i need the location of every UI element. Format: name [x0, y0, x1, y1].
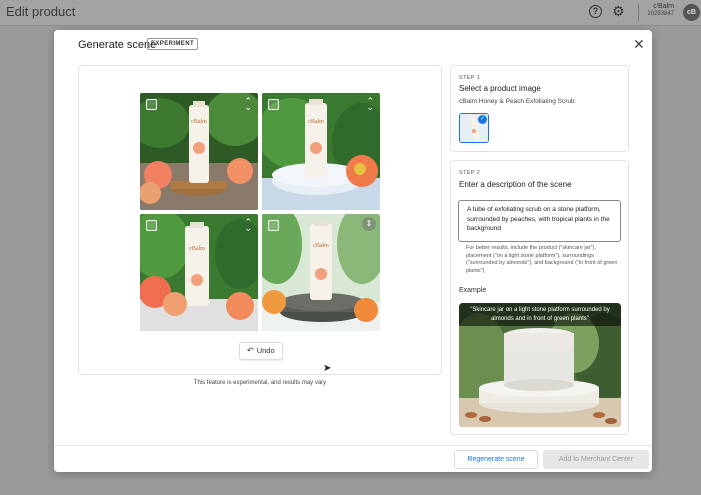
dialog-title: Generate scene: [78, 39, 157, 51]
app-bar: Edit product ? ⚙ c'Balm 10293847 cB: [0, 0, 701, 26]
scene-tile[interactable]: cBalm ⇕: [262, 214, 380, 331]
experiment-badge: EXPERIMENT: [147, 38, 199, 50]
undo-icon: ↶: [247, 346, 254, 355]
undo-label: Undo: [256, 346, 275, 355]
step2-label: STEP 2: [459, 170, 481, 176]
account-id: 10293847: [647, 11, 674, 17]
svg-text:cBalm: cBalm: [313, 243, 329, 249]
product-name: cBalm Honey & Peach Exfoliating Scrub: [459, 98, 575, 105]
tile-checkbox[interactable]: [146, 220, 157, 231]
close-icon[interactable]: ✕: [633, 36, 645, 53]
step2-title: Enter a description of the scene: [459, 180, 572, 189]
tile-checkbox[interactable]: [146, 99, 157, 110]
generate-scene-dialog: Generate scene EXPERIMENT ✕ cBalm ⌃ ⌄ cB…: [54, 30, 652, 472]
svg-text:cBalm: cBalm: [308, 119, 324, 125]
page-title: Edit product: [6, 4, 76, 19]
mouse-pointer-icon: ➤: [323, 363, 332, 374]
svg-text:cBalm: cBalm: [189, 246, 205, 252]
description-hint: For better results, include the product …: [466, 245, 618, 274]
example-label: Example: [459, 287, 487, 294]
scene-description-input[interactable]: A tube of exfoliating scrub on a stone p…: [458, 200, 621, 242]
step1-card: STEP 1 Select a product image cBalm Hone…: [450, 65, 629, 152]
scene-grid: cBalm ⌃ ⌄ cBalm ⌃ ⌄ cBalm ⌃ ⌄ cBalm ⇕: [140, 93, 380, 331]
regenerate-scene-button[interactable]: Regenerate scene: [454, 450, 538, 469]
step1-label: STEP 1: [459, 75, 481, 81]
divider: [638, 4, 639, 21]
example-caption: "Skincare jar on a light stone platform …: [459, 303, 621, 326]
experimental-disclaimer: This feature is experimental, and result…: [193, 380, 327, 386]
selected-check-icon: ✓: [478, 115, 487, 124]
account-name: c'Balm: [653, 3, 674, 10]
svg-text:cBalm: cBalm: [191, 119, 207, 125]
step1-title: Select a product image: [459, 84, 541, 93]
expand-icon[interactable]: ⇕: [362, 217, 376, 231]
scene-tile[interactable]: cBalm ⌃ ⌄: [262, 93, 380, 210]
step2-card: STEP 2 Enter a description of the scene …: [450, 160, 629, 435]
expand-icon[interactable]: ⌃ ⌄: [244, 218, 252, 233]
avatar[interactable]: cB: [683, 4, 700, 21]
expand-icon[interactable]: ⌃ ⌄: [244, 97, 252, 112]
scene-tile[interactable]: cBalm ⌃ ⌄: [140, 214, 258, 331]
tile-checkbox[interactable]: [268, 220, 279, 231]
gear-icon[interactable]: ⚙: [612, 4, 625, 19]
account-info[interactable]: c'Balm 10293847: [646, 3, 674, 17]
scene-tile[interactable]: cBalm ⌃ ⌄: [140, 93, 258, 210]
product-thumbnail[interactable]: ✓: [459, 113, 489, 143]
expand-icon[interactable]: ⌃ ⌄: [366, 97, 374, 112]
add-to-merchant-center-button[interactable]: Add to Merchant Center: [543, 450, 649, 469]
help-icon[interactable]: ?: [589, 5, 602, 18]
undo-button[interactable]: ↶ Undo: [239, 342, 283, 360]
tile-checkbox[interactable]: [268, 99, 279, 110]
example-image: "Skincare jar on a light stone platform …: [459, 303, 621, 427]
